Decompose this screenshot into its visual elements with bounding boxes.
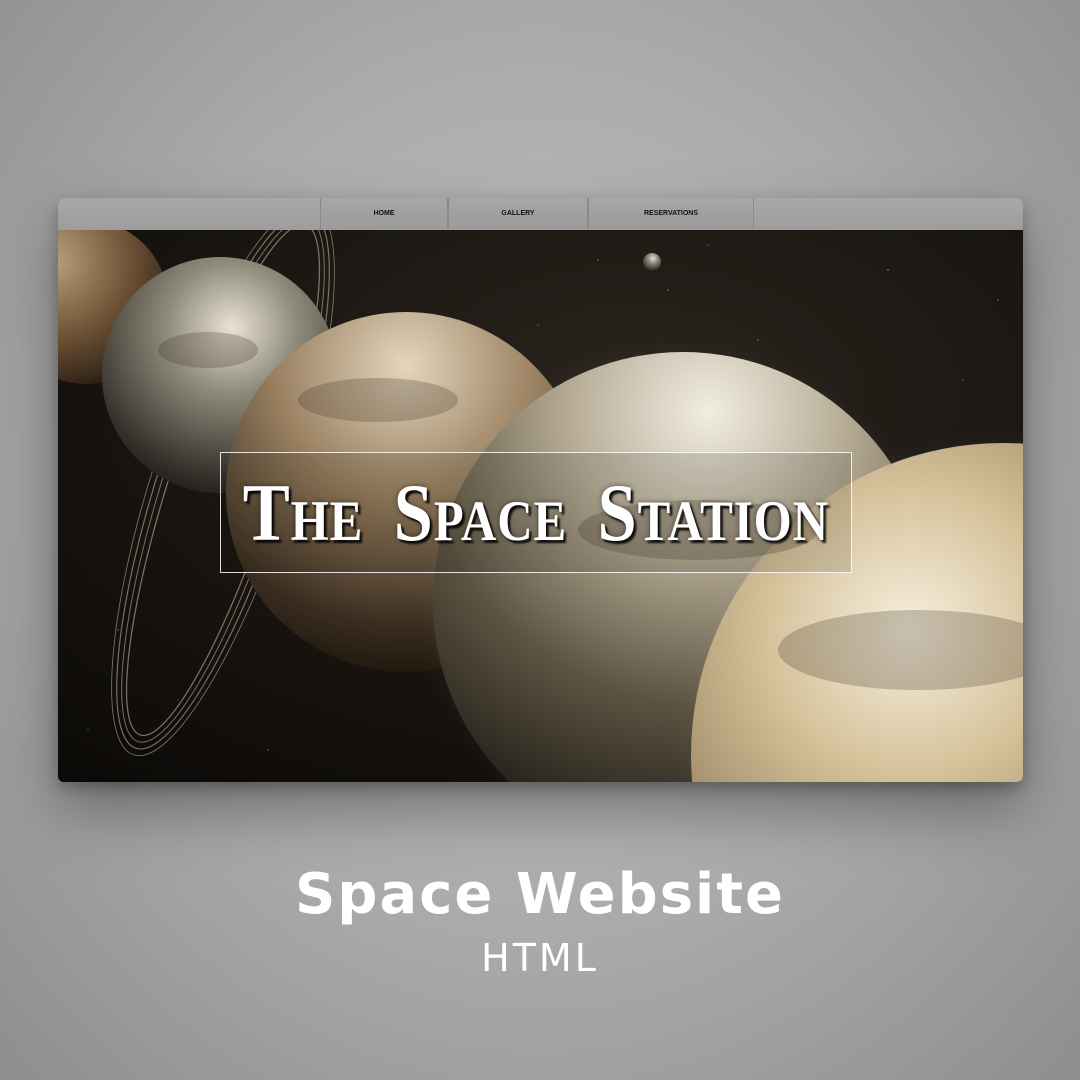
- caption-title: Space Website: [295, 862, 785, 927]
- hero-title-box: The Space Station: [220, 452, 852, 573]
- nav-bar: HOME GALLERY RESERVATIONS: [58, 198, 1023, 230]
- nav-reservations-link[interactable]: RESERVATIONS: [588, 198, 754, 229]
- nav-gallery-link[interactable]: GALLERY: [448, 198, 588, 229]
- caption-subtitle: HTML: [481, 936, 599, 980]
- website-screenshot: HOME GALLERY RESERVATIONS The Space Stat…: [58, 198, 1023, 782]
- nav-home-link[interactable]: HOME: [320, 198, 448, 229]
- hero-title: The Space Station: [242, 466, 830, 558]
